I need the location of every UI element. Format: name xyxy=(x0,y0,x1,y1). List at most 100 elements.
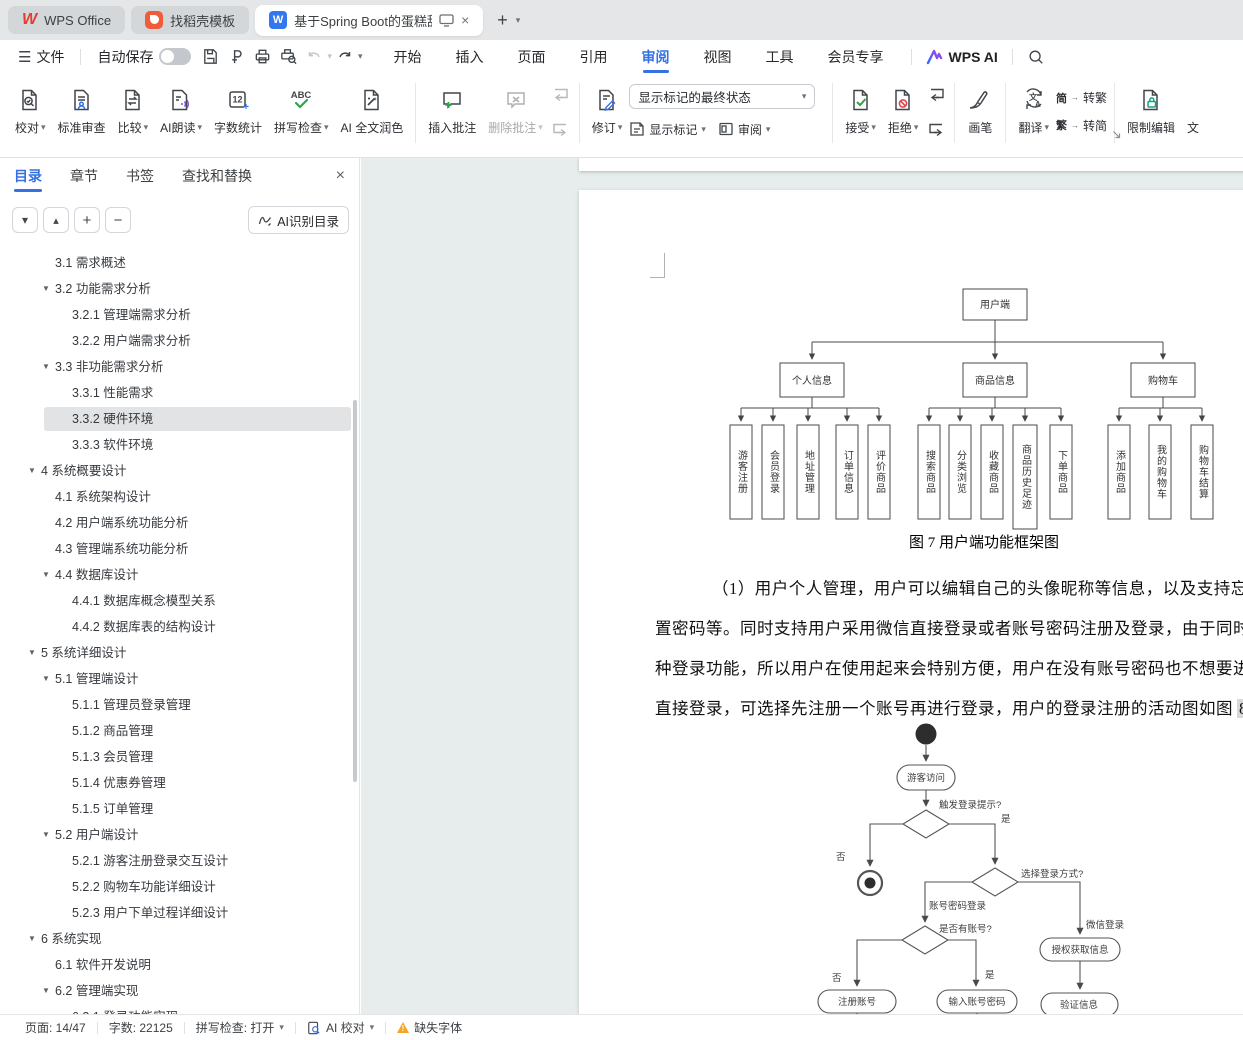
outline-item[interactable]: 3.1 需求概述 xyxy=(0,250,360,276)
collapse-arrow-icon[interactable]: ▼ xyxy=(28,458,41,484)
document-page[interactable]: 用户端 个人信息 商品信息 购物车 游客注册 会员登录 地址管理 订单信息 评价… xyxy=(579,190,1243,1014)
outline-item[interactable]: ▼3.2 功能需求分析 xyxy=(0,276,360,302)
track-changes-button[interactable]: 修订▾ xyxy=(587,81,628,145)
menu-review[interactable]: 审阅 xyxy=(625,40,687,73)
word-count-indicator[interactable]: 字数: 22125 xyxy=(98,1019,184,1036)
menu-page[interactable]: 页面 xyxy=(501,40,563,73)
compare-button[interactable]: 比较▾ xyxy=(113,81,154,145)
ai-recognize-toc-button[interactable]: AI识别目录 xyxy=(248,206,349,234)
outline-item[interactable]: ▼4 系统概要设计 xyxy=(0,458,360,484)
ai-proofread-status[interactable]: AI 校对▾ xyxy=(296,1019,385,1036)
collapse-arrow-icon[interactable]: ▼ xyxy=(42,666,55,692)
next-change-button[interactable] xyxy=(925,119,947,141)
print-icon[interactable] xyxy=(249,45,275,69)
wps-ai-button[interactable]: WPS AI xyxy=(922,49,1002,65)
outline-item[interactable]: 4.4.1 数据库概念模型关系 xyxy=(0,588,360,614)
reject-button[interactable]: 拒绝▾ xyxy=(883,81,924,145)
previous-change-button[interactable] xyxy=(925,84,947,106)
outline-item[interactable]: 5.1.5 订单管理 xyxy=(0,796,360,822)
tab-wps-office[interactable]: W WPS Office xyxy=(8,6,125,34)
to-simplified-button[interactable]: 繁→ 转简 xyxy=(1056,113,1107,137)
group-expand-icon[interactable] xyxy=(1112,130,1121,139)
collapse-arrow-icon[interactable]: ▼ xyxy=(42,562,55,588)
collapse-arrow-icon[interactable]: ▼ xyxy=(42,276,55,302)
sidebar-tab-chapters[interactable]: 章节 xyxy=(70,158,98,194)
collapse-arrow-icon[interactable]: ▼ xyxy=(42,354,55,380)
outline-item[interactable]: ▼5.1 管理端设计 xyxy=(0,666,360,692)
export-icon[interactable] xyxy=(223,45,249,69)
outline-item[interactable]: 3.2.2 用户端需求分析 xyxy=(0,328,360,354)
zoom-in-outline-button[interactable]: + xyxy=(74,207,100,233)
outline-item[interactable]: 5.1.3 会员管理 xyxy=(0,744,360,770)
outline-item[interactable]: 6.1 软件开发说明 xyxy=(0,952,360,978)
outline-item[interactable]: 4.3 管理端系统功能分析 xyxy=(0,536,360,562)
outline-item[interactable]: ▼5.2 用户端设计 xyxy=(0,822,360,848)
sidebar-tab-contents[interactable]: 目录 xyxy=(14,158,42,194)
menu-member[interactable]: 会员专享 xyxy=(811,40,901,73)
close-sidebar-icon[interactable]: × xyxy=(336,167,345,185)
outline-item[interactable]: 3.3.3 软件环境 xyxy=(0,432,360,458)
zoom-out-outline-button[interactable]: − xyxy=(105,207,131,233)
menu-view[interactable]: 视图 xyxy=(687,40,749,73)
redo-chevron-icon[interactable]: ▾ xyxy=(358,51,363,62)
collapse-all-button[interactable]: ▴ xyxy=(43,207,69,233)
spellcheck-status[interactable]: 拼写检查: 打开▾ xyxy=(185,1019,295,1036)
outline-item[interactable]: 6.2.1 登录功能实现 xyxy=(0,1004,360,1014)
toggle-off-icon[interactable] xyxy=(159,48,191,65)
share-screen-icon[interactable] xyxy=(439,14,454,27)
translate-button[interactable]: 文A 翻译▾ xyxy=(1013,81,1054,145)
document-canvas[interactable]: 用户端 个人信息 商品信息 购物车 游客注册 会员登录 地址管理 订单信息 评价… xyxy=(361,158,1243,1014)
insert-comment-button[interactable]: 插入批注 xyxy=(423,81,481,145)
accept-button[interactable]: 接受▾ xyxy=(840,81,881,145)
outline-item[interactable]: 5.2.1 游客注册登录交互设计 xyxy=(0,848,360,874)
sidebar-tab-bookmarks[interactable]: 书签 xyxy=(126,158,154,194)
new-tab-button[interactable]: + xyxy=(489,10,516,31)
ai-polish-button[interactable]: AI 全文润色 xyxy=(336,81,409,145)
outline-item[interactable]: 5.1.2 商品管理 xyxy=(0,718,360,744)
collapse-arrow-icon[interactable]: ▼ xyxy=(42,978,55,1004)
proofread-button[interactable]: 校对▾ xyxy=(10,81,51,145)
next-comment-button[interactable] xyxy=(550,119,572,141)
outline-item[interactable]: ▼3.3 非功能需求分析 xyxy=(0,354,360,380)
save-icon[interactable] xyxy=(197,45,223,69)
outline-item[interactable]: ▼5 系统详细设计 xyxy=(0,640,360,666)
file-menu[interactable]: ☰ 文件 xyxy=(12,47,70,67)
brush-button[interactable]: 画笔 xyxy=(962,81,998,145)
menu-tools[interactable]: 工具 xyxy=(749,40,811,73)
outline-item[interactable]: 5.2.2 购物车功能详细设计 xyxy=(0,874,360,900)
truncated-ribbon-button[interactable]: 文 xyxy=(1182,81,1204,145)
outline-item[interactable]: 5.1.4 优惠券管理 xyxy=(0,770,360,796)
delete-comment-button[interactable]: 删除批注▾ xyxy=(483,81,548,145)
word-count-button[interactable]: 12+ 字数统计 xyxy=(209,81,267,145)
restrict-editing-button[interactable]: 限制编辑 xyxy=(1122,81,1180,145)
sidebar-tab-find-replace[interactable]: 查找和替换 xyxy=(182,158,252,194)
outline-item[interactable]: 3.2.1 管理端需求分析 xyxy=(0,302,360,328)
redo-icon[interactable] xyxy=(332,45,358,69)
sidebar-scrollbar[interactable] xyxy=(353,400,357,782)
outline-item[interactable]: 4.4.2 数据库表的结构设计 xyxy=(0,614,360,640)
outline-item[interactable]: 5.2.3 用户下单过程详细设计 xyxy=(0,900,360,926)
to-traditional-button[interactable]: 简→ 转繁 xyxy=(1056,86,1107,110)
menu-home[interactable]: 开始 xyxy=(377,40,439,73)
undo-icon[interactable] xyxy=(301,45,327,69)
previous-comment-button[interactable] xyxy=(550,84,572,106)
collapse-arrow-icon[interactable]: ▼ xyxy=(28,926,41,952)
outline-item[interactable]: 3.3.1 性能需求 xyxy=(0,380,360,406)
menu-insert[interactable]: 插入 xyxy=(439,40,501,73)
outline-item[interactable]: 5.1.1 管理员登录管理 xyxy=(0,692,360,718)
review-pane-button[interactable]: 审阅▾ xyxy=(718,117,771,141)
collapse-arrow-icon[interactable]: ▼ xyxy=(42,822,55,848)
tab-list-chevron-icon[interactable]: ▾ xyxy=(516,15,521,26)
ai-read-aloud-button[interactable]: AI朗读▾ xyxy=(155,81,207,145)
markup-state-select[interactable]: 显示标记的最终状态 ▾ xyxy=(629,84,815,109)
autosave-toggle[interactable]: 自动保存 xyxy=(91,47,197,67)
outline-item[interactable]: 4.1 系统架构设计 xyxy=(0,484,360,510)
tab-active-document[interactable]: W 基于Spring Boot的蛋糕甜品 × xyxy=(255,5,483,36)
page-indicator[interactable]: 页面: 14/47 xyxy=(14,1019,97,1036)
search-icon[interactable] xyxy=(1023,45,1049,69)
standard-review-button[interactable]: 标准审查 xyxy=(53,81,111,145)
print-preview-icon[interactable] xyxy=(275,45,301,69)
expand-all-button[interactable]: ▾ xyxy=(12,207,38,233)
outline-item[interactable]: ▼4.4 数据库设计 xyxy=(0,562,360,588)
show-markup-button[interactable]: 显示标记▾ xyxy=(629,117,706,141)
